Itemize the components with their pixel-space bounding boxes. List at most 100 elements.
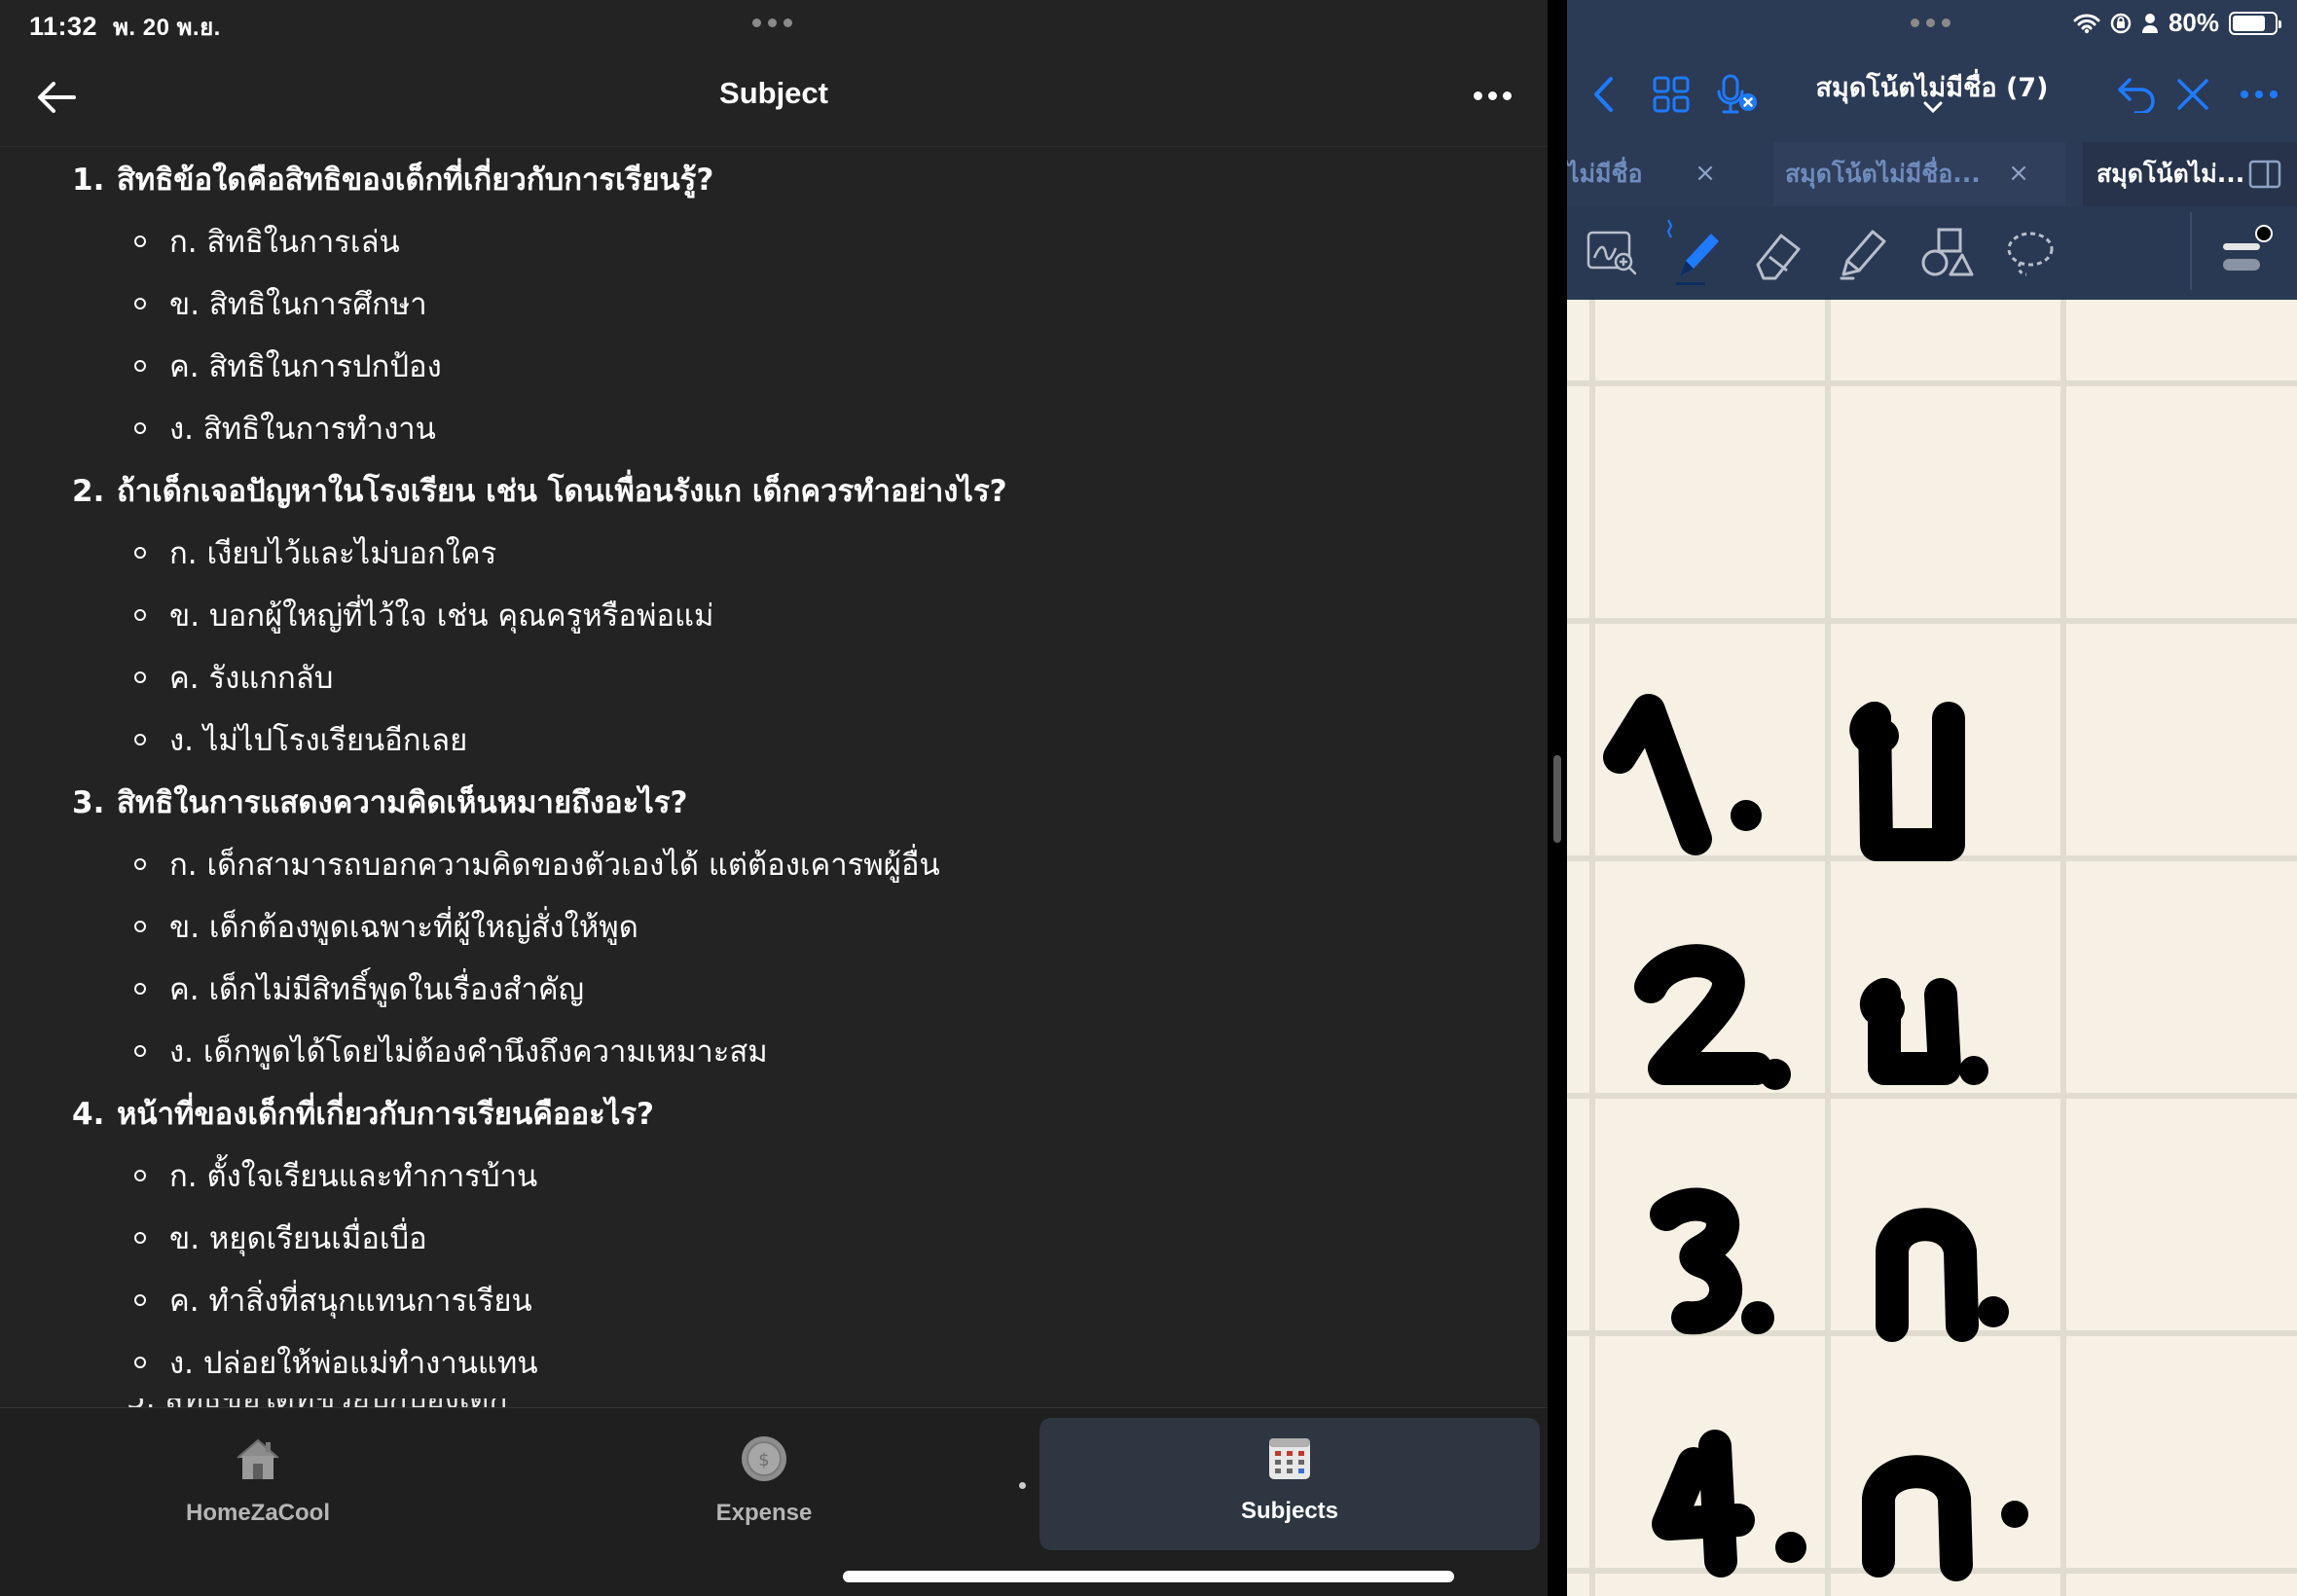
bullet-icon — [134, 1231, 146, 1244]
more-options-button[interactable] — [2235, 70, 2283, 119]
notebook-canvas[interactable] — [1567, 300, 2297, 1596]
answer-option: ก. เด็กสามารถบอกความคิดของตัวเองได้ แต่ต… — [134, 840, 940, 889]
more-options-button[interactable] — [1470, 84, 1515, 108]
tab-homezacool[interactable]: HomeZaCool — [156, 1408, 360, 1544]
calendar-icon — [1264, 1433, 1315, 1484]
tab-expense[interactable]: $ Expense — [662, 1408, 866, 1544]
lasso-tool-button[interactable] — [1993, 216, 2067, 290]
tab-label: HomeZaCool — [185, 1500, 330, 1526]
chevron-down-icon[interactable] — [1923, 101, 1943, 113]
orientation-lock-icon — [2110, 13, 2132, 33]
bullet-icon — [134, 920, 146, 932]
bullet-icon — [134, 857, 146, 870]
multitasking-handle[interactable] — [1911, 18, 1951, 27]
bullet-icon — [134, 297, 146, 309]
right-app-pane: 80% สมุดโน้ตไม่มีชื่อ (7) ไม่มีชื่อ × สม… — [1567, 0, 2297, 1596]
handwriting-digit-1 — [1603, 694, 1712, 855]
answer-option: ง. ปล่อยให้พ่อแม่ทำงานแทน — [134, 1338, 538, 1387]
eraser-tool-button[interactable] — [1742, 216, 1816, 290]
bullet-icon — [134, 1044, 146, 1057]
coin-icon: $ — [739, 1433, 789, 1484]
house-icon — [233, 1433, 283, 1484]
tab-subjects[interactable]: Subjects — [1039, 1418, 1540, 1550]
undo-button[interactable] — [2112, 70, 2161, 119]
bottom-tab-bar: HomeZaCool $ Expense Subjects — [0, 1407, 1548, 1596]
bullet-icon — [134, 235, 146, 247]
answer-option: ค. เด็กไม่มีสิทธิ์พูดในเรื่องสำคัญ — [134, 964, 584, 1013]
answer-option: ก. เงียบไว้และไม่บอกใคร — [134, 528, 496, 577]
handwriting-dot — [1741, 1301, 1774, 1334]
answer-option: ค. สิทธิในการปกป้อง — [134, 342, 442, 390]
bullet-icon — [134, 1169, 146, 1181]
question-item: 4. หน้าที่ของเด็กที่เกี่ยวกับการเรียนคืออ… — [72, 1097, 655, 1132]
lasso-icon — [2007, 232, 2054, 276]
handwriting-dot — [2001, 1501, 2028, 1528]
zoom-window-icon — [1586, 231, 1637, 275]
question-item: 1. สิทธิข้อใดคือสิทธิของเด็กที่เกี่ยวกับก… — [72, 163, 714, 198]
battery-level — [2233, 15, 2265, 31]
answer-option: ค. รังแกกลับ — [134, 653, 333, 702]
answer-option: ข. บอกผู้ใหญ่ที่ไว้ใจ เช่น คุณครูหรือพ่อ… — [134, 591, 713, 639]
bullet-icon — [134, 359, 146, 372]
handwriting-dot — [1731, 800, 1762, 831]
answer-option: ค. ทำสิ่งที่สนุกแทนการเรียน — [134, 1276, 532, 1324]
document-tab[interactable]: ไม่มีชื่อ — [1567, 142, 1645, 206]
question-item: 2. ถ้าเด็กเจอปัญหาในโรงเรียน เช่น โดนเพื่… — [72, 474, 1007, 509]
bullet-icon — [134, 608, 146, 621]
bullet-icon — [134, 1293, 146, 1306]
page-title: Subject — [719, 76, 828, 110]
answer-option: ง. เด็กพูดได้โดยไม่ต้องคำนึงถึงความเหมาะ… — [134, 1027, 768, 1075]
bullet-icon — [134, 1356, 146, 1368]
handwriting-dot — [1978, 1296, 2009, 1327]
bullet-icon — [134, 671, 146, 683]
page-indicator-dot — [1019, 1482, 1026, 1489]
bullet-icon — [134, 546, 146, 559]
sidebar-toggle-icon[interactable] — [2248, 160, 2281, 189]
left-app-pane: 11:32 พ. 20 พ.ย. Subject 1. สิทธิข้อใดคือ… — [0, 0, 1548, 1596]
svg-text:$: $ — [758, 1450, 769, 1470]
shapes-tool-button[interactable] — [1910, 216, 1984, 290]
home-indicator[interactable] — [843, 1571, 1454, 1582]
status-indicators: 80% — [2073, 8, 2281, 38]
document-tabs: ไม่มีชื่อ × สมุดโน้ตไม่มีชื่อ... × สมุดโ… — [1567, 142, 2297, 206]
handwriting-dot — [1959, 1056, 1988, 1085]
handwriting-layer — [1567, 300, 2297, 1596]
close-tab-icon[interactable]: × — [2001, 156, 2036, 191]
handwriting-digit-3 — [1650, 1187, 1743, 1335]
answer-option: ง. สิทธิในการทำงาน — [134, 404, 436, 453]
question-item: 3. สิทธิในการแสดงความคิดเห็นหมายถึงอะไร? — [72, 785, 688, 820]
stroke-width-button[interactable] — [2209, 216, 2283, 290]
zoom-window-button[interactable] — [1575, 216, 1649, 290]
bullet-icon — [134, 421, 146, 434]
tab-label: Expense — [715, 1500, 813, 1526]
handwriting-digit-2 — [1634, 944, 1772, 1085]
question-list[interactable]: 1. สิทธิข้อใดคือสิทธิของเด็กที่เกี่ยวกับก… — [0, 146, 1548, 1407]
answer-option: ก. สิทธิในการเล่น — [134, 217, 400, 266]
drawing-toolbar — [1567, 206, 2297, 300]
answer-option: ก. ตั้งใจเรียนและทำการบ้าน — [134, 1151, 537, 1200]
tab-label: Subjects — [1240, 1498, 1339, 1524]
bullet-icon — [134, 982, 146, 995]
multitasking-handle[interactable] — [752, 18, 792, 27]
wifi-icon — [2073, 14, 2100, 33]
handwriting-dot — [1760, 1059, 1791, 1090]
pen-icon — [1666, 219, 1719, 285]
handwriting-letter-ko — [1876, 1208, 1979, 1342]
answer-option: ง. ไม่ไปโรงเรียนอีกเลย — [134, 715, 467, 764]
battery-icon — [2229, 11, 2281, 35]
pencil-slash-icon — [2177, 79, 2208, 110]
split-view-handle[interactable] — [1553, 755, 1561, 843]
highlighter-tool-button[interactable] — [1826, 216, 1900, 290]
handwriting-letter-ko — [1862, 1455, 1973, 1581]
battery-percent: 80% — [2168, 8, 2219, 37]
bullet-icon — [134, 733, 146, 745]
tool-toggle-button[interactable] — [2169, 70, 2217, 119]
handwriting-digit-4 — [1652, 1430, 1755, 1578]
highlighter-icon — [1840, 230, 1886, 280]
stroke-width-icon — [2223, 225, 2273, 271]
answer-option: ข. สิทธิในการศึกษา — [134, 279, 427, 328]
ellipsis-icon — [2241, 91, 2278, 98]
close-tab-icon[interactable]: × — [1688, 156, 1723, 191]
person-icon — [2141, 13, 2158, 33]
pen-tool-button[interactable] — [1655, 216, 1729, 290]
